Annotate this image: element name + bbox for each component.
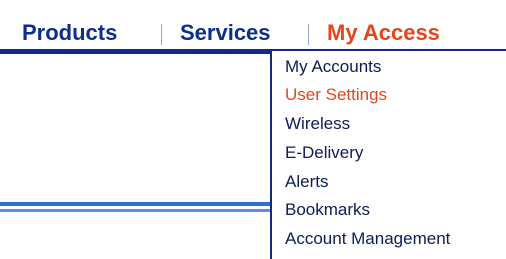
nav-services[interactable]: Services — [180, 20, 271, 46]
nav-my-access[interactable]: My Access — [327, 20, 440, 46]
nav-products[interactable]: Products — [22, 20, 117, 46]
nav-underline-bar — [0, 49, 270, 54]
nav-separator — [161, 24, 162, 45]
menu-item-bookmarks[interactable]: Bookmarks — [285, 200, 370, 220]
menu-item-wireless[interactable]: Wireless — [285, 114, 350, 134]
menu-item-alerts[interactable]: Alerts — [285, 172, 328, 192]
divider-line — [0, 209, 270, 212]
menu-item-e-delivery[interactable]: E-Delivery — [285, 143, 363, 163]
top-navigation: Products Services My Access — [0, 0, 506, 52]
divider-line — [0, 202, 270, 206]
my-access-dropdown-menu: My Accounts User Settings Wireless E-Del… — [270, 49, 506, 259]
nav-separator — [308, 24, 309, 45]
page: Products Services My Access My Accounts … — [0, 0, 506, 259]
menu-item-user-settings[interactable]: User Settings — [285, 85, 387, 105]
menu-item-account-management[interactable]: Account Management — [285, 229, 450, 249]
menu-item-my-accounts[interactable]: My Accounts — [285, 57, 381, 77]
